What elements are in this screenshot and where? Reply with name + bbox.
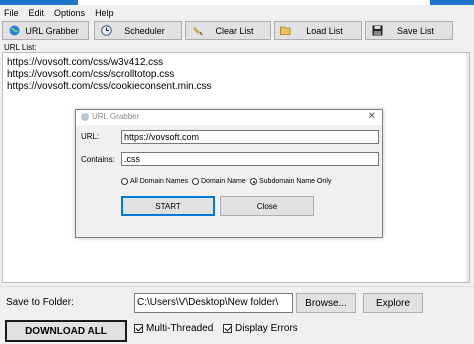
radio-domain-name[interactable]: Domain Name bbox=[192, 178, 246, 185]
floppy-disk-icon bbox=[371, 25, 383, 37]
save-to-folder-label: Save to Folder: bbox=[6, 297, 74, 308]
checkbox-label: Display Errors bbox=[235, 323, 298, 334]
radio-subdomain-name-only[interactable]: Subdomain Name Only bbox=[250, 178, 331, 185]
divider bbox=[0, 286, 474, 287]
menu-help[interactable]: Help bbox=[95, 6, 114, 20]
window-titlebar bbox=[0, 0, 474, 5]
clear-list-label: Clear List bbox=[215, 25, 254, 36]
contains-input[interactable]: .css bbox=[121, 152, 379, 166]
contains-field-label: Contains: bbox=[81, 155, 115, 164]
explore-button[interactable]: Explore bbox=[363, 293, 423, 313]
menu-options[interactable]: Options bbox=[54, 6, 85, 20]
radio-all-domain-names[interactable]: All Domain Names bbox=[121, 178, 188, 185]
multi-threaded-checkbox[interactable]: Multi-Threaded bbox=[134, 323, 213, 334]
checkbox-checked bbox=[134, 324, 143, 333]
list-item: https://vovsoft.com/css/w3v412.css bbox=[7, 57, 164, 68]
radio-label: Subdomain Name Only bbox=[259, 178, 332, 185]
clear-list-button[interactable]: Clear List bbox=[185, 21, 271, 40]
titlebar-accent-right bbox=[430, 0, 474, 5]
clock-icon bbox=[100, 25, 112, 37]
dialog-title: URL Grabber bbox=[92, 112, 140, 121]
start-button[interactable]: START bbox=[121, 196, 215, 216]
app-icon bbox=[81, 113, 89, 121]
checkbox-checked bbox=[223, 324, 232, 333]
url-grabber-dialog: URL Grabber ✕ URL: https://vovsoft.com C… bbox=[75, 109, 383, 238]
radio-label: Domain Name bbox=[201, 178, 246, 185]
globe-icon bbox=[8, 25, 20, 37]
list-item: https://vovsoft.com/css/scrolltotop.css bbox=[7, 69, 175, 80]
display-errors-checkbox[interactable]: Display Errors bbox=[223, 323, 298, 334]
download-all-button[interactable]: DOWNLOAD ALL bbox=[5, 320, 127, 342]
load-list-label: Load List bbox=[306, 25, 343, 36]
url-input[interactable]: https://vovsoft.com bbox=[121, 130, 379, 144]
scheduler-button[interactable]: Scheduler bbox=[94, 21, 182, 40]
toolbar: URL Grabber Scheduler Clear List Load Li… bbox=[0, 21, 474, 41]
url-list-label: URL List: bbox=[4, 43, 37, 52]
scheduler-label: Scheduler bbox=[124, 25, 165, 36]
radio-label: All Domain Names bbox=[130, 178, 188, 185]
browse-button[interactable]: Browse... bbox=[296, 293, 356, 313]
list-item: https://vovsoft.com/css/cookieconsent.mi… bbox=[7, 81, 212, 92]
dialog-titlebar: URL Grabber ✕ bbox=[76, 110, 382, 125]
checkbox-label: Multi-Threaded bbox=[146, 323, 214, 334]
menu-file[interactable]: File bbox=[4, 6, 19, 20]
load-list-button[interactable]: Load List bbox=[274, 21, 362, 40]
broom-icon bbox=[191, 25, 203, 37]
radio-circle bbox=[121, 178, 128, 185]
close-icon[interactable]: ✕ bbox=[368, 111, 376, 122]
radio-circle-selected bbox=[250, 178, 257, 185]
titlebar-accent bbox=[0, 0, 78, 5]
url-field-label: URL: bbox=[81, 132, 100, 141]
scrollbar[interactable] bbox=[466, 53, 469, 282]
menu-bar: File Edit Options Help bbox=[0, 6, 474, 20]
url-grabber-label: URL Grabber bbox=[25, 25, 79, 36]
save-list-label: Save List bbox=[396, 25, 435, 36]
folder-open-icon bbox=[280, 25, 292, 37]
folder-path-input[interactable]: C:\Users\V\Desktop\New folder\ bbox=[134, 293, 293, 313]
close-button[interactable]: Close bbox=[220, 196, 314, 216]
save-list-button[interactable]: Save List bbox=[365, 21, 453, 40]
menu-edit[interactable]: Edit bbox=[29, 6, 45, 20]
radio-circle bbox=[192, 178, 199, 185]
url-grabber-button[interactable]: URL Grabber bbox=[2, 21, 89, 40]
